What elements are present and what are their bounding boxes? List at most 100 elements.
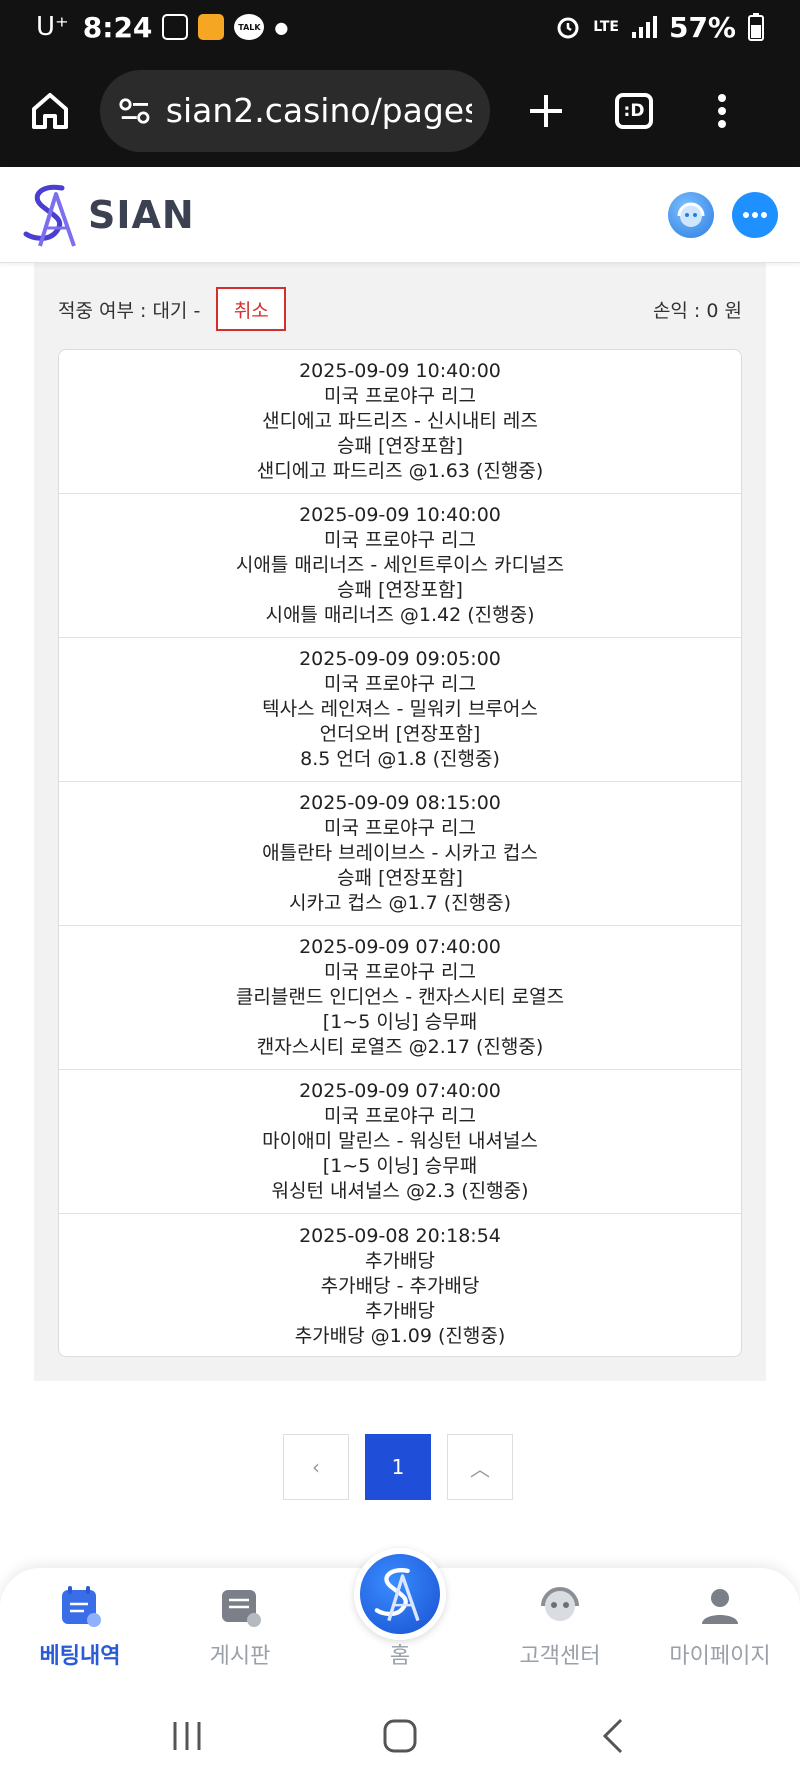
- bet-slip-panel: 적중 여부 : 대기 - 취소 손익 : 0 원 2025-09-09 10:4…: [34, 263, 766, 1381]
- user-icon: [702, 1589, 738, 1624]
- bet-match: 애틀란타 브레이브스 - 시카고 컵스: [262, 842, 538, 864]
- home-square-icon: [383, 1719, 417, 1753]
- system-nav-bar: [0, 1688, 800, 1784]
- new-tab-button[interactable]: [516, 81, 576, 141]
- nav-label: 베팅내역: [39, 1644, 121, 1669]
- bet-item: 2025-09-08 20:18:54 추가배당 추가배당 - 추가배당 추가배…: [59, 1214, 741, 1356]
- nav-board[interactable]: 게시판: [160, 1568, 320, 1688]
- browser-toolbar: sian2.casino/pages/ :D: [0, 54, 800, 167]
- tab-switcher-button[interactable]: :D: [604, 81, 664, 141]
- bet-pick: 시애틀 매리너즈 @1.42 (진행중): [265, 604, 535, 626]
- bet-list: 2025-09-09 10:40:00 미국 프로야구 리그 샌디에고 파드리즈…: [58, 349, 742, 1357]
- bet-item: 2025-09-09 08:15:00 미국 프로야구 리그 애틀란타 브레이브…: [59, 782, 741, 926]
- bet-market: 승패 [연장포함]: [337, 867, 463, 889]
- gallery-icon: [162, 14, 189, 40]
- recent-apps-button[interactable]: [157, 1706, 217, 1766]
- calendar-icon: [62, 1586, 101, 1627]
- plus-icon: [530, 94, 562, 127]
- back-chevron-icon: [603, 1718, 623, 1754]
- address-bar[interactable]: sian2.casino/pages/: [100, 69, 490, 152]
- bet-league: 미국 프로야구 리그: [324, 529, 476, 551]
- battery-icon: [748, 13, 764, 41]
- bet-item: 2025-09-09 10:40:00 미국 프로야구 리그 시애틀 매리너즈 …: [59, 494, 741, 638]
- bet-datetime: 2025-09-09 09:05:00: [299, 648, 501, 670]
- system-back-button[interactable]: [583, 1706, 643, 1766]
- bet-league: 미국 프로야구 리그: [324, 673, 476, 695]
- messages-button[interactable]: [732, 191, 778, 238]
- result-status: 적중 여부 : 대기 -: [58, 299, 201, 322]
- status-bar: U⁺ 8:24 TALK ● LTE 57%: [0, 0, 800, 54]
- bet-datetime: 2025-09-09 10:40:00: [299, 360, 501, 382]
- bet-datetime: 2025-09-09 07:40:00: [299, 1080, 501, 1102]
- bet-match: 클리블랜드 인디언스 - 캔자스시티 로열즈: [235, 986, 565, 1008]
- browser-menu-button[interactable]: [692, 81, 752, 141]
- bet-datetime: 2025-09-09 10:40:00: [299, 504, 501, 526]
- scroll-top-button[interactable]: ︿: [447, 1434, 513, 1500]
- bet-item: 2025-09-09 09:05:00 미국 프로야구 리그 텍사스 레인져스 …: [59, 638, 741, 782]
- bet-market: [1~5 이닝] 승무패: [322, 1011, 478, 1033]
- tab-switcher-icon: :D: [615, 92, 653, 129]
- more-vertical-icon: [718, 93, 726, 128]
- bet-match: 텍사스 레인져스 - 밀워키 브루어스: [262, 698, 538, 720]
- support-robot-icon: [541, 1587, 579, 1621]
- headset-robot-icon: [677, 202, 705, 227]
- bet-pick: 시카고 컵스 @1.7 (진행중): [288, 892, 511, 914]
- nav-label: 마이페이지: [669, 1644, 771, 1669]
- bet-match: 마이애미 말린스 - 워싱턴 내셔널스: [262, 1130, 538, 1152]
- clock: 8:24: [82, 10, 153, 44]
- bet-market: 언더오버 [연장포함]: [319, 723, 481, 745]
- alarm-icon: [557, 17, 579, 39]
- browser-home-button[interactable]: [20, 81, 80, 141]
- site-settings-icon: [119, 97, 150, 124]
- nav-label: 게시판: [209, 1644, 271, 1669]
- bet-pick: 샌디에고 파드리즈 @1.63 (진행중): [256, 460, 544, 482]
- more-notifications-dot: ●: [274, 17, 289, 37]
- kakaotalk-icon: TALK: [234, 14, 265, 40]
- bet-pick: 추가배당 @1.09 (진행중): [294, 1324, 506, 1347]
- nav-mypage[interactable]: 마이페이지: [640, 1568, 800, 1688]
- brand-name[interactable]: SIAN: [88, 193, 195, 237]
- support-chat-button[interactable]: [668, 191, 714, 238]
- signal-icon: [631, 16, 657, 38]
- sian-logo-icon[interactable]: [22, 180, 84, 250]
- prev-page-button[interactable]: ‹: [283, 1434, 349, 1500]
- home-icon: [32, 92, 68, 129]
- home-logo-button[interactable]: [354, 1548, 446, 1640]
- nav-label: 고객센터: [519, 1644, 601, 1669]
- bet-league: 미국 프로야구 리그: [324, 961, 476, 983]
- chat-bubble-icon: [743, 211, 767, 218]
- pagination: ‹ 1 ︿: [283, 1434, 513, 1500]
- bet-item: 2025-09-09 10:40:00 미국 프로야구 리그 샌디에고 파드리즈…: [59, 350, 741, 494]
- bet-datetime: 2025-09-09 08:15:00: [299, 792, 501, 814]
- bet-item: 2025-09-09 07:40:00 미국 프로야구 리그 클리블랜드 인디언…: [59, 926, 741, 1070]
- bet-pick: 캔자스시티 로열즈 @2.17 (진행중): [256, 1036, 544, 1058]
- bet-datetime: 2025-09-09 07:40:00: [299, 936, 501, 958]
- bet-match: 추가배당 - 추가배당: [320, 1274, 480, 1297]
- battery-percent: 57%: [668, 10, 736, 44]
- bet-datetime: 2025-09-08 20:18:54: [299, 1224, 501, 1247]
- site-header: SIAN: [0, 167, 800, 263]
- bet-league: 미국 프로야구 리그: [324, 385, 476, 407]
- nav-label: 홈: [389, 1644, 411, 1669]
- cancel-bet-button[interactable]: 취소: [216, 287, 287, 331]
- app-notification-icon: [198, 14, 225, 40]
- bet-match: 시애틀 매리너즈 - 세인트루이스 카디널즈: [235, 554, 565, 576]
- url-text: sian2.casino/pages/: [165, 91, 472, 130]
- bet-market: 승패 [연장포함]: [337, 579, 463, 601]
- recent-apps-icon: [173, 1722, 201, 1750]
- bet-market: 승패 [연장포함]: [337, 435, 463, 457]
- page-1-button[interactable]: 1: [365, 1434, 431, 1500]
- bet-pick: 8.5 언더 @1.8 (진행중): [300, 748, 500, 770]
- profit-loss: 손익 : 0 원: [652, 299, 742, 322]
- bet-match: 샌디에고 파드리즈 - 신시내티 레즈: [262, 410, 538, 432]
- network-type: LTE: [593, 19, 619, 35]
- bet-summary: 적중 여부 : 대기 - 취소 손익 : 0 원: [34, 287, 766, 331]
- bet-league: 미국 프로야구 리그: [324, 1105, 476, 1127]
- carrier-label: U⁺: [36, 12, 69, 42]
- board-icon: [222, 1590, 261, 1627]
- sian-logo-icon: [374, 1568, 420, 1622]
- system-home-button[interactable]: [370, 1706, 430, 1766]
- nav-bet-history[interactable]: 베팅내역: [0, 1568, 160, 1688]
- bet-league: 미국 프로야구 리그: [324, 817, 476, 839]
- nav-support[interactable]: 고객센터: [480, 1568, 640, 1688]
